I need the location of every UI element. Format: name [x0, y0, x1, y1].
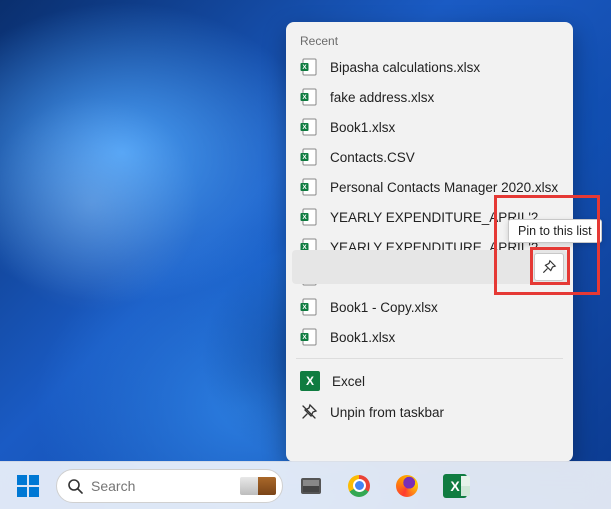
task-view-button[interactable]: [291, 466, 331, 506]
recent-file-label: Book1.xlsx: [330, 330, 395, 345]
recent-file-label: Book1.xlsx: [330, 120, 395, 135]
open-app-item[interactable]: X Excel: [286, 365, 573, 397]
pin-tooltip: Pin to this list: [508, 219, 602, 243]
start-button[interactable]: [8, 466, 48, 506]
excel-taskbar-button[interactable]: X: [435, 466, 475, 506]
hovered-row-highlight: [292, 250, 567, 284]
excel-file-icon: X: [300, 148, 318, 166]
taskbar: X: [0, 461, 611, 509]
firefox-icon: [396, 475, 418, 497]
excel-file-icon: X: [300, 58, 318, 76]
recent-file-label: Contacts.CSV: [330, 150, 415, 165]
jumplist-header: Recent: [286, 28, 573, 52]
firefox-taskbar-button[interactable]: [387, 466, 427, 506]
taskbar-search[interactable]: [56, 469, 283, 503]
search-icon: [67, 478, 83, 494]
recent-file-item[interactable]: X Bipasha calculations.xlsx: [286, 52, 573, 82]
recent-file-item[interactable]: X Personal Contacts Manager 2020.xlsx: [286, 172, 573, 202]
search-highlight-icon: [240, 477, 276, 495]
open-app-label: Excel: [332, 374, 365, 389]
recent-file-item[interactable]: X Book1.xlsx: [286, 112, 573, 142]
pin-to-list-button[interactable]: [534, 253, 564, 281]
svg-text:X: X: [302, 154, 307, 161]
excel-file-icon: X: [300, 88, 318, 106]
svg-text:X: X: [302, 334, 307, 341]
excel-file-icon: X: [300, 208, 318, 226]
chrome-taskbar-button[interactable]: [339, 466, 379, 506]
svg-text:X: X: [302, 184, 307, 191]
svg-text:X: X: [302, 124, 307, 131]
pin-icon: [541, 259, 557, 275]
recent-file-item[interactable]: X Contacts.CSV: [286, 142, 573, 172]
svg-text:X: X: [302, 64, 307, 71]
recent-file-label: fake address.xlsx: [330, 90, 434, 105]
windows-logo-icon: [17, 475, 39, 497]
recent-file-item[interactable]: X Book1 - Copy.xlsx: [286, 292, 573, 322]
recent-file-label: Book1 - Copy.xlsx: [330, 300, 438, 315]
excel-file-icon: X: [300, 298, 318, 316]
svg-text:X: X: [302, 214, 307, 221]
recent-file-label: Personal Contacts Manager 2020.xlsx: [330, 180, 558, 195]
recent-file-item[interactable]: X fake address.xlsx: [286, 82, 573, 112]
excel-file-icon: X: [300, 178, 318, 196]
svg-text:X: X: [302, 94, 307, 101]
unpin-from-taskbar-item[interactable]: Unpin from taskbar: [286, 397, 573, 427]
recent-file-label: Bipasha calculations.xlsx: [330, 60, 480, 75]
recent-file-item[interactable]: X Book1.xlsx: [286, 322, 573, 352]
svg-text:X: X: [302, 304, 307, 311]
unpin-icon: [300, 403, 318, 421]
chrome-icon: [348, 475, 370, 497]
excel-icon: X: [443, 474, 467, 498]
excel-file-icon: X: [300, 328, 318, 346]
task-view-icon: [301, 478, 321, 494]
separator: [296, 358, 563, 359]
excel-file-icon: X: [300, 118, 318, 136]
unpin-label: Unpin from taskbar: [330, 405, 444, 420]
excel-app-icon: X: [300, 371, 320, 391]
